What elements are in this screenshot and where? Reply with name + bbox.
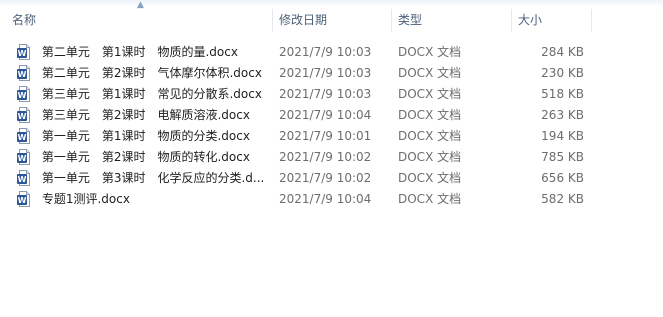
file-list: W 第二单元 第1课时 物质的量.docx 2021/7/9 10:03 DOC…: [0, 42, 663, 210]
file-size: 263 KB: [541, 108, 584, 122]
file-type: DOCX 文档: [398, 87, 462, 101]
svg-text:W: W: [18, 91, 27, 100]
column-header-name[interactable]: ▲ 名称: [0, 0, 273, 34]
column-header-size-label: 大小: [518, 13, 543, 27]
word-document-icon: W: [16, 148, 32, 165]
file-type: DOCX 文档: [398, 129, 462, 143]
file-row[interactable]: W 第二单元 第2课时 气体摩尔体积.docx 2021/7/9 10:03 D…: [0, 63, 663, 84]
file-row[interactable]: W 第三单元 第2课时 电解质溶液.docx 2021/7/9 10:04 DO…: [0, 105, 663, 126]
file-name: 第一单元 第1课时 物质的分类.docx: [41, 129, 250, 143]
word-document-icon: W: [16, 106, 32, 123]
file-row[interactable]: W 第三单元 第1课时 常见的分散系.docx 2021/7/9 10:03 D…: [0, 84, 663, 105]
file-name: 专题1测评.docx: [41, 192, 130, 206]
file-name-cell: W 第三单元 第2课时 电解质溶液.docx: [16, 105, 266, 126]
svg-text:W: W: [18, 133, 27, 142]
file-name-cell: W 第一单元 第1课时 物质的分类.docx: [16, 126, 266, 147]
svg-text:W: W: [18, 112, 27, 121]
svg-text:W: W: [18, 154, 27, 163]
file-row[interactable]: W 专题1测评.docx 2021/7/9 10:04 DOCX 文档 582 …: [0, 189, 663, 210]
svg-text:W: W: [18, 196, 27, 205]
file-explorer-window: ▲ 名称 修改日期 类型 大小 W 第二单元 第1课时 物质的量.docx 20…: [0, 0, 663, 317]
file-name-cell: W 第二单元 第2课时 气体摩尔体积.docx: [16, 63, 266, 84]
file-modified-date: 2021/7/9 10:03: [279, 45, 372, 59]
file-type: DOCX 文档: [398, 45, 462, 59]
file-name-cell: W 第一单元 第2课时 物质的转化.docx: [16, 147, 266, 168]
svg-text:W: W: [18, 70, 27, 79]
file-name: 第二单元 第1课时 物质的量.docx: [41, 45, 238, 59]
file-type: DOCX 文档: [398, 171, 462, 185]
file-modified-date: 2021/7/9 10:01: [279, 129, 372, 143]
file-type: DOCX 文档: [398, 108, 462, 122]
file-size: 785 KB: [541, 150, 584, 164]
column-header-size[interactable]: 大小: [512, 7, 592, 34]
file-name: 第一单元 第3课时 化学反应的分类.d...: [41, 171, 265, 185]
column-header-type[interactable]: 类型: [392, 7, 512, 34]
file-size: 518 KB: [541, 87, 584, 101]
file-modified-date: 2021/7/9 10:02: [279, 171, 372, 185]
file-size: 230 KB: [541, 66, 584, 80]
file-type: DOCX 文档: [398, 192, 462, 206]
word-document-icon: W: [16, 190, 32, 207]
column-divider[interactable]: [591, 9, 592, 32]
column-header-name-label: 名称: [12, 13, 37, 27]
file-row[interactable]: W 第一单元 第2课时 物质的转化.docx 2021/7/9 10:02 DO…: [0, 147, 663, 168]
file-type: DOCX 文档: [398, 66, 462, 80]
file-name-cell: W 第一单元 第3课时 化学反应的分类.d...: [16, 168, 266, 189]
file-name-cell: W 专题1测评.docx: [16, 189, 266, 210]
file-size: 194 KB: [541, 129, 584, 143]
word-document-icon: W: [16, 64, 32, 81]
column-header-date-label: 修改日期: [279, 13, 328, 27]
file-row[interactable]: W 第一单元 第1课时 物质的分类.docx 2021/7/9 10:01 DO…: [0, 126, 663, 147]
file-size: 284 KB: [541, 45, 584, 59]
file-name: 第三单元 第2课时 电解质溶液.docx: [41, 108, 250, 122]
column-header-type-label: 类型: [398, 13, 423, 27]
file-modified-date: 2021/7/9 10:03: [279, 87, 372, 101]
svg-text:W: W: [18, 175, 27, 184]
word-document-icon: W: [16, 127, 32, 144]
sort-ascending-icon: ▲: [137, 0, 144, 10]
column-header-date[interactable]: 修改日期: [273, 7, 392, 34]
word-document-icon: W: [16, 43, 32, 60]
file-modified-date: 2021/7/9 10:02: [279, 150, 372, 164]
word-document-icon: W: [16, 85, 32, 102]
file-size: 582 KB: [541, 192, 584, 206]
column-header-bar: ▲ 名称 修改日期 类型 大小: [0, 0, 663, 34]
file-name: 第三单元 第1课时 常见的分散系.docx: [41, 87, 262, 101]
file-name-cell: W 第二单元 第1课时 物质的量.docx: [16, 42, 266, 63]
file-name: 第二单元 第2课时 气体摩尔体积.docx: [41, 66, 262, 80]
file-size: 656 KB: [541, 171, 584, 185]
file-row[interactable]: W 第二单元 第1课时 物质的量.docx 2021/7/9 10:03 DOC…: [0, 42, 663, 63]
file-modified-date: 2021/7/9 10:04: [279, 108, 372, 122]
file-modified-date: 2021/7/9 10:04: [279, 192, 372, 206]
file-row[interactable]: W 第一单元 第3课时 化学反应的分类.d... 2021/7/9 10:02 …: [0, 168, 663, 189]
file-modified-date: 2021/7/9 10:03: [279, 66, 372, 80]
file-name: 第一单元 第2课时 物质的转化.docx: [41, 150, 250, 164]
word-document-icon: W: [16, 169, 32, 186]
file-name-cell: W 第三单元 第1课时 常见的分散系.docx: [16, 84, 266, 105]
file-type: DOCX 文档: [398, 150, 462, 164]
svg-text:W: W: [18, 49, 27, 58]
